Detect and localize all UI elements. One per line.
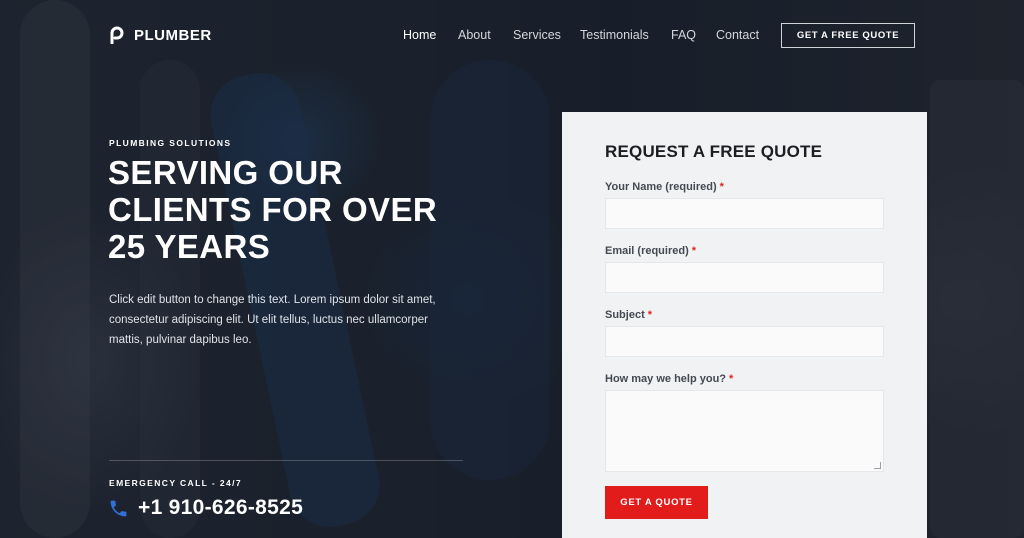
required-mark: * [691, 245, 697, 257]
headline-line: 25 YEARS [108, 228, 271, 265]
hero-headline: SERVING OUR CLIENTS FOR OVER 25 YEARS [108, 154, 488, 265]
email-input[interactable] [606, 263, 883, 292]
headline-line: CLIENTS FOR OVER [108, 191, 438, 228]
site-logo[interactable]: PLUMBER [108, 26, 212, 44]
message-label-text: How may we help you? [605, 373, 727, 385]
name-input[interactable] [606, 199, 883, 228]
brand-name: PLUMBER [134, 26, 212, 44]
email-field-wrapper [605, 262, 884, 293]
name-label-text: Your Name (required) [605, 181, 717, 193]
subject-field-wrapper [605, 326, 884, 357]
email-label-text: Email (required) [605, 245, 689, 257]
nav-item-testimonials[interactable]: Testimonials [580, 28, 649, 42]
hero-eyebrow: PLUMBING SOLUTIONS [109, 138, 232, 148]
name-field-wrapper [605, 198, 884, 229]
nav-item-home[interactable]: Home [403, 28, 436, 42]
name-field-label: Your Name (required) * [605, 181, 724, 193]
phone-number[interactable]: +1 910-626-8525 [138, 496, 303, 520]
logo-p-icon [110, 26, 124, 44]
hero-description: Click edit button to change this text. L… [109, 294, 436, 346]
required-mark: * [719, 181, 724, 193]
nav-item-contact[interactable]: Contact [716, 28, 759, 42]
nav-item-about[interactable]: About [458, 28, 491, 42]
get-a-quote-button[interactable]: GET A QUOTE [605, 486, 708, 519]
nav-item-faq[interactable]: FAQ [671, 28, 696, 42]
hero-divider [109, 460, 463, 461]
resize-handle-icon[interactable] [874, 462, 881, 469]
emergency-phone[interactable]: +1 910-626-8525 [108, 496, 303, 520]
nav-item-services[interactable]: Services [513, 28, 561, 42]
form-title: REQUEST A FREE QUOTE [605, 142, 823, 161]
email-field-label: Email (required) * [605, 245, 696, 257]
required-mark: * [729, 373, 734, 385]
get-free-quote-button[interactable]: GET A FREE QUOTE [781, 23, 915, 48]
subject-label-text: Subject [605, 309, 645, 321]
emergency-label: EMERGENCY CALL - 24/7 [109, 478, 242, 488]
headline-line: SERVING OUR [108, 154, 343, 191]
quote-form-card: REQUEST A FREE QUOTE Your Name (required… [562, 112, 927, 538]
subject-field-label: Subject * [605, 309, 652, 321]
phone-icon [110, 500, 127, 516]
hero-section: PLUMBER Home About Services Testimonials… [0, 0, 1024, 538]
message-field-label: How may we help you? * [605, 373, 733, 385]
message-textarea[interactable] [606, 391, 883, 471]
message-field-wrapper [605, 390, 884, 472]
required-mark: * [647, 309, 653, 321]
subject-input[interactable] [606, 327, 883, 356]
